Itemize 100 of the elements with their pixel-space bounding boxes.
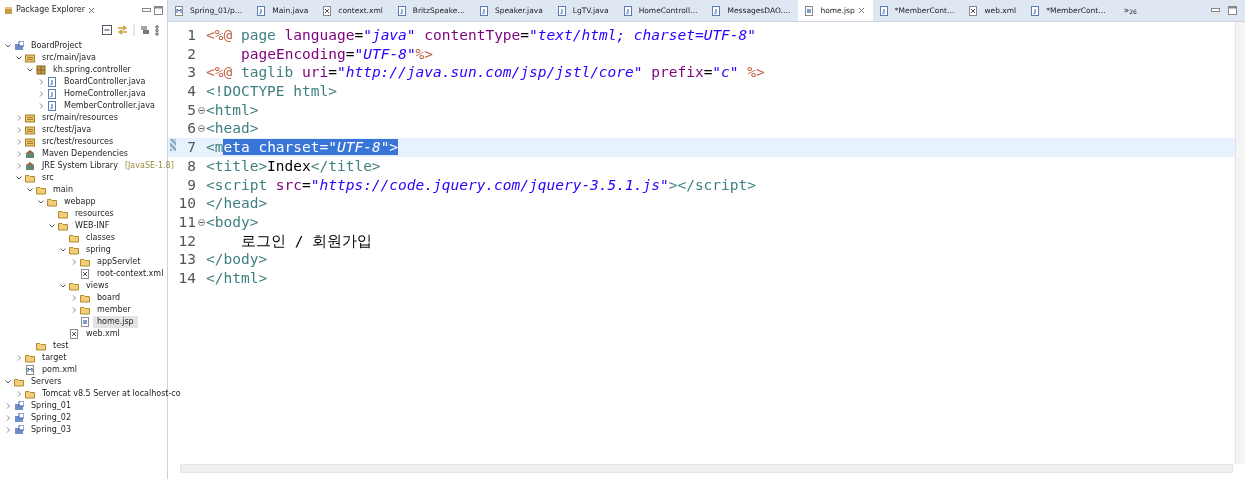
tree-item[interactable]: Servers bbox=[27, 376, 66, 388]
expanded-chevron-icon[interactable] bbox=[26, 66, 34, 74]
java-file-icon bbox=[1030, 5, 1041, 16]
code-text: </head> bbox=[206, 194, 268, 213]
expanded-chevron-icon[interactable] bbox=[4, 42, 12, 50]
link-icon[interactable] bbox=[117, 25, 128, 35]
collapse-all-icon[interactable] bbox=[102, 25, 112, 35]
line-number: 4 bbox=[187, 82, 196, 101]
tree-item[interactable]: MemberController.java bbox=[60, 100, 159, 112]
java-file-icon bbox=[256, 5, 267, 16]
expanded-chevron-icon[interactable] bbox=[15, 174, 23, 182]
source-folder-icon bbox=[25, 125, 35, 135]
line-number: 5 bbox=[187, 100, 196, 120]
project-icon bbox=[14, 41, 24, 51]
code-text: pageEncoding="UTF-8"%> bbox=[240, 44, 434, 64]
fold-icon[interactable] bbox=[198, 218, 205, 226]
code-text: <title>Index</title> bbox=[206, 156, 381, 176]
code-text: <%@ page language="java" contentType="text/html; charset=UTF-8" bbox=[206, 26, 757, 45]
minimize-icon[interactable] bbox=[142, 7, 151, 13]
tree-item[interactable]: JRE System Library bbox=[38, 160, 122, 172]
expanded-chevron-icon[interactable] bbox=[15, 54, 23, 62]
line-number: 12 bbox=[178, 231, 196, 251]
expanded-chevron-icon[interactable] bbox=[48, 222, 56, 230]
tree-item[interactable]: Maven Dependencies bbox=[38, 148, 132, 160]
tree-item[interactable]: BoardController.java bbox=[60, 76, 150, 88]
code-text: </html> bbox=[206, 268, 268, 288]
view-menu-icon[interactable] bbox=[155, 24, 159, 36]
tree-item[interactable]: root-context.xml bbox=[93, 268, 168, 280]
tree-item[interactable]: pom.xml bbox=[38, 364, 82, 376]
line-number: 6 bbox=[187, 119, 196, 139]
expanded-chevron-icon[interactable] bbox=[59, 246, 67, 254]
line-number: 7 bbox=[187, 138, 196, 157]
package-icon bbox=[36, 65, 46, 75]
minimize-icon[interactable] bbox=[1211, 8, 1220, 13]
code-text: <script src="https://code.jquery.com/jquery-3.5.1.js"></script> bbox=[206, 175, 756, 195]
code-text: <!DOCTYPE html> bbox=[206, 82, 337, 101]
tree-item[interactable]: home.jsp bbox=[93, 316, 138, 328]
tree-item[interactable]: kh.spring.controller bbox=[49, 64, 135, 76]
tree-item[interactable]: src/main/java bbox=[38, 52, 100, 64]
tree-item[interactable]: web.xml bbox=[82, 328, 124, 340]
maximize-icon[interactable] bbox=[154, 5, 163, 15]
library-icon bbox=[25, 161, 35, 171]
tree-item[interactable]: Tomcat v8.5 Server at localhost-co bbox=[38, 388, 185, 400]
tree-item[interactable]: src/test/java bbox=[38, 124, 96, 136]
tree-item[interactable]: Spring_01 bbox=[27, 400, 75, 412]
line-number: 3 bbox=[187, 63, 196, 83]
project-icon bbox=[14, 413, 24, 423]
java-file-icon bbox=[556, 5, 567, 16]
java-file-icon bbox=[396, 5, 407, 16]
tree-item[interactable]: Spring_02 bbox=[27, 412, 75, 424]
expanded-chevron-icon[interactable] bbox=[37, 198, 45, 206]
line-number: 2 bbox=[187, 44, 196, 64]
tree-item-decoration: [JavaSE-1.8] bbox=[124, 160, 174, 172]
close-icon[interactable] bbox=[857, 7, 865, 14]
tree-item[interactable]: board bbox=[93, 292, 125, 304]
tree-item[interactable]: target bbox=[38, 352, 71, 364]
code-text: <head> bbox=[206, 119, 259, 139]
code-text: <%@ taglib uri="http://java.sun.com/jsp/jstl/core" prefix="c" %> bbox=[206, 63, 765, 83]
tree-item[interactable]: spring bbox=[82, 244, 115, 256]
xml-file-icon bbox=[80, 269, 90, 279]
tree-item[interactable]: main bbox=[49, 184, 77, 196]
expanded-chevron-icon[interactable] bbox=[26, 186, 34, 194]
tree-item[interactable]: test bbox=[49, 340, 73, 352]
line-number: 1 bbox=[187, 26, 196, 45]
fold-icon[interactable] bbox=[198, 125, 205, 133]
tab-overflow-button[interactable]: »$_{26}$ bbox=[1113, 0, 1137, 21]
xml-file-icon bbox=[968, 5, 979, 16]
selection-marker-icon bbox=[170, 139, 176, 151]
line-number: 9 bbox=[187, 175, 196, 195]
tree-item[interactable]: src/main/resources bbox=[38, 112, 122, 124]
tree-item[interactable]: src bbox=[38, 172, 58, 184]
tree-item[interactable]: views bbox=[82, 280, 113, 292]
library-icon bbox=[25, 149, 35, 159]
project-icon bbox=[14, 425, 24, 435]
tree-item[interactable]: resources bbox=[71, 208, 118, 220]
tree-item[interactable]: Spring_03 bbox=[27, 424, 75, 436]
tree-item[interactable]: src/test/resources bbox=[38, 136, 118, 148]
tree-item[interactable]: BoardProject bbox=[27, 40, 86, 52]
maven-file-icon bbox=[25, 365, 35, 375]
java-file-icon bbox=[47, 89, 57, 99]
java-file-icon bbox=[47, 101, 57, 111]
tree-item[interactable]: classes bbox=[82, 232, 119, 244]
filter-icon[interactable] bbox=[140, 25, 150, 35]
tree-item[interactable]: WEB-INF bbox=[71, 220, 114, 232]
code-text: <body> bbox=[206, 212, 259, 232]
xml-file-icon bbox=[322, 5, 333, 16]
horizontal-scrollbar[interactable] bbox=[180, 464, 1233, 473]
java-file-icon bbox=[478, 5, 489, 16]
expanded-chevron-icon[interactable] bbox=[4, 378, 12, 386]
fold-icon[interactable] bbox=[198, 106, 205, 114]
xml-file-icon bbox=[69, 329, 79, 339]
tree-item[interactable]: appServlet bbox=[93, 256, 145, 268]
tree-item[interactable]: HomeController.java bbox=[60, 88, 150, 100]
vertical-scrollbar[interactable] bbox=[1235, 22, 1245, 464]
expanded-chevron-icon[interactable] bbox=[59, 282, 67, 290]
line-number: 11 bbox=[178, 212, 196, 232]
tree-item[interactable]: webapp bbox=[60, 196, 100, 208]
maximize-icon[interactable] bbox=[1228, 6, 1237, 15]
tree-item[interactable]: member bbox=[93, 304, 135, 316]
close-icon[interactable] bbox=[88, 6, 95, 14]
